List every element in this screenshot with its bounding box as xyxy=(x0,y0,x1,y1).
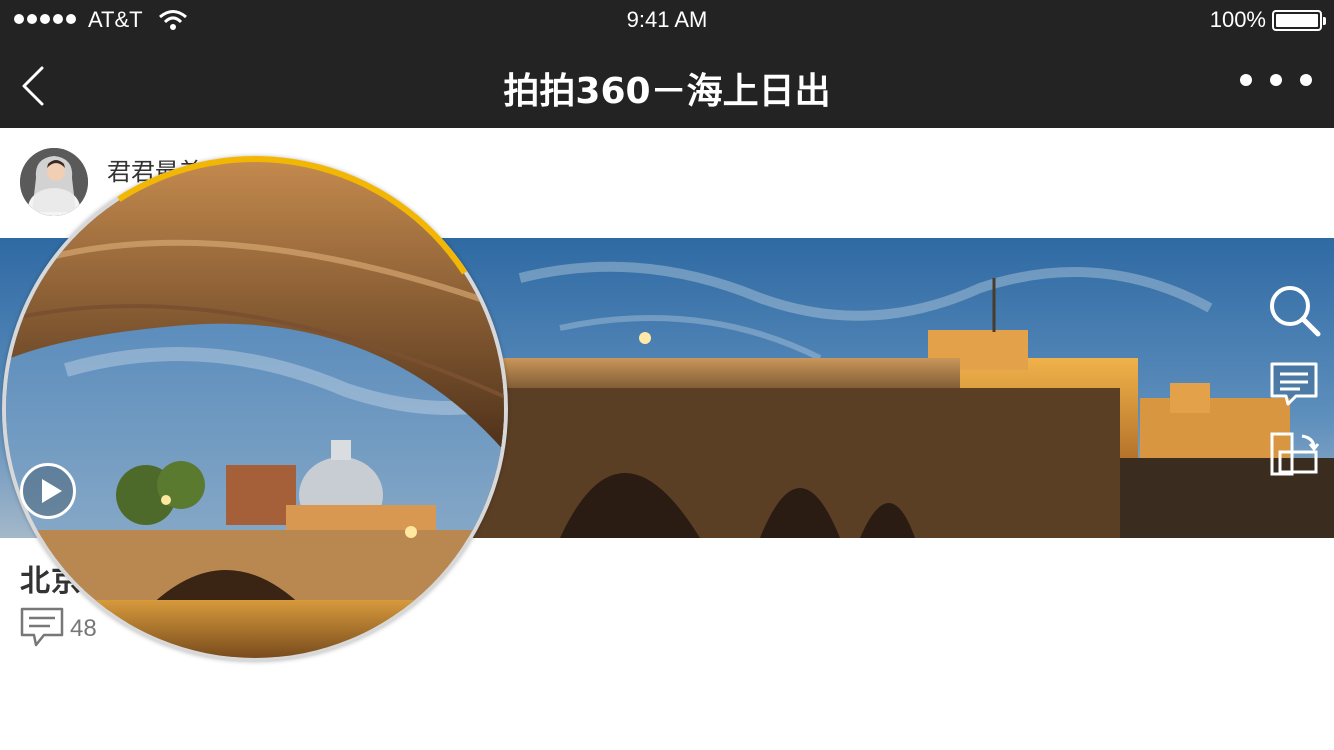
magnifier-lens[interactable] xyxy=(2,156,508,662)
wifi-icon xyxy=(159,10,187,30)
comment-count-icon[interactable] xyxy=(20,607,64,647)
status-bar: AT&T 9:41 AM 100% xyxy=(0,0,1334,40)
carrier-label: AT&T xyxy=(88,7,143,32)
signal-strength-icon xyxy=(14,14,76,24)
navigation-bar: 拍拍360－海上日出 xyxy=(0,40,1334,128)
comment-count: 48 xyxy=(70,615,97,642)
search-icon[interactable] xyxy=(1268,284,1322,338)
play-icon[interactable] xyxy=(20,463,76,519)
rotate-screen-icon[interactable] xyxy=(1268,430,1322,484)
battery-icon xyxy=(1272,10,1326,31)
page-title: 拍拍360－海上日出 xyxy=(503,71,831,112)
avatar[interactable] xyxy=(20,148,88,216)
back-chevron-icon[interactable] xyxy=(14,62,58,110)
avatar-image xyxy=(20,148,88,216)
status-time: 9:41 AM xyxy=(626,7,708,32)
battery-percent: 100% xyxy=(1209,7,1266,32)
more-dots-icon[interactable] xyxy=(1240,74,1312,86)
lens-image xyxy=(6,160,504,658)
comment-icon[interactable] xyxy=(1268,358,1322,412)
